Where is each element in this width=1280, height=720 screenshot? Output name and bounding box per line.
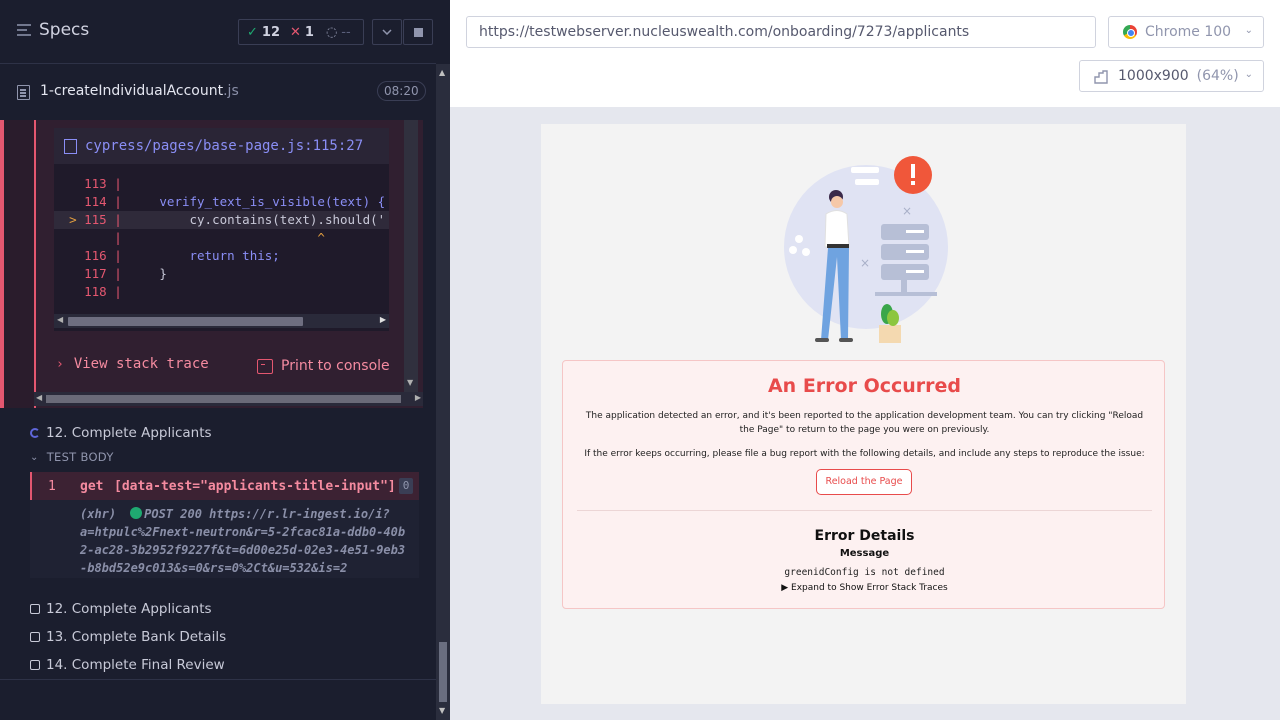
divider <box>0 679 436 680</box>
error-vertical-scrollbar[interactable]: ▼ <box>404 120 418 392</box>
error-details-title: Error Details <box>814 528 915 544</box>
error-horizontal-scrollbar[interactable]: ◀ ▶ <box>34 392 423 406</box>
app-iframe: × × An Error Occurred The application de… <box>541 124 1186 704</box>
stop-icon <box>413 27 423 37</box>
scroll-down-icon[interactable]: ▼ <box>439 706 445 715</box>
url-bar[interactable]: https://testwebserver.nucleuswealth.com/… <box>466 16 1096 48</box>
scroll-left-icon[interactable]: ◀ <box>36 393 42 402</box>
code-line: | ^ <box>114 230 325 245</box>
scroll-right-icon[interactable]: ▶ <box>380 315 386 324</box>
test-running[interactable]: 12. Complete Applicants <box>30 425 212 441</box>
code-frame: cypress/pages/base-page.js:115:27 113 | … <box>54 128 389 331</box>
chevron-down-icon: ⌄ <box>1244 69 1253 80</box>
scroll-right-icon[interactable]: ▶ <box>415 393 421 402</box>
pending-circle-icon: ◌ <box>325 24 338 40</box>
chevron-down-icon <box>382 29 392 35</box>
pending-box-icon <box>30 660 40 670</box>
spec-file-row[interactable]: 1-createIndividualAccount.js <box>0 65 436 119</box>
chevron-down-icon: ⌄ <box>30 451 39 463</box>
spinner-icon <box>30 428 40 438</box>
print-to-console-button[interactable]: Print to console <box>257 358 390 374</box>
reporter-header: Specs ✓ 12 ✕ 1 ◌ -- <box>0 0 436 64</box>
reporter-scrollbar[interactable]: ▲ ▼ <box>436 64 450 720</box>
error-card: An Error Occurred The application detect… <box>562 360 1165 609</box>
command-log: cypress/pages/base-page.js:115:27 113 | … <box>0 120 436 680</box>
error-block: cypress/pages/base-page.js:115:27 113 | … <box>0 120 423 408</box>
reload-page-button[interactable]: Reload the Page <box>816 469 912 495</box>
specs-label: Specs <box>39 20 90 40</box>
svg-text:×: × <box>902 204 912 218</box>
app-under-test-panel: https://testwebserver.nucleuswealth.com/… <box>450 0 1280 720</box>
check-icon: ✓ <box>247 24 258 40</box>
pending-box-icon <box>30 632 40 642</box>
error-instructions: If the error keeps occurring, please fil… <box>584 449 1145 459</box>
test-pending[interactable]: 14. Complete Final Review <box>30 657 225 673</box>
command-row-failed[interactable]: 1 get [data-test="applicants-title-input… <box>30 472 419 500</box>
scroll-left-icon[interactable]: ◀ <box>57 315 63 324</box>
code-horizontal-scrollbar[interactable]: ◀ ▶ <box>54 314 389 328</box>
x-icon: ✕ <box>290 24 301 40</box>
error-illustration: × × <box>784 156 948 343</box>
svg-text:×: × <box>860 256 870 270</box>
error-title: An Error Occurred <box>767 375 962 397</box>
code-line: 114 | verify_text_is_visible(text) { <box>84 194 386 209</box>
code-line: 117 | } <box>84 266 167 281</box>
pending-box-icon <box>30 604 40 614</box>
view-stack-trace-button[interactable]: › View stack trace <box>56 356 209 372</box>
stop-button[interactable] <box>403 19 433 45</box>
message-label: Message <box>839 548 890 559</box>
terminal-icon <box>257 358 273 374</box>
passed-count: 12 <box>261 24 280 40</box>
aut-header: https://testwebserver.nucleuswealth.com/… <box>450 0 1280 107</box>
chevron-down-icon: ⌄ <box>1244 25 1253 36</box>
pending-count: -- <box>341 24 351 40</box>
spec-file-name: 1-createIndividualAccount.js <box>40 83 239 99</box>
xhr-command-row[interactable]: (xhr) POST 200 https://r.lr-ingest.io/i? … <box>30 500 419 578</box>
code-file-path: cypress/pages/base-page.js:115:27 <box>85 138 364 154</box>
document-icon <box>64 138 77 154</box>
expand-options-button[interactable] <box>372 19 402 45</box>
failed-count: 1 <box>304 24 314 40</box>
code-line: 116 | return this; <box>84 248 280 263</box>
browser-selector[interactable]: Chrome 100 ⌄ <box>1108 16 1264 48</box>
scroll-up-icon[interactable]: ▲ <box>439 68 445 77</box>
scroll-down-icon[interactable]: ▼ <box>407 378 413 387</box>
document-icon <box>17 85 30 100</box>
error-details: cypress/pages/base-page.js:115:27 113 | … <box>34 120 423 408</box>
code-line: 113 | <box>84 176 122 191</box>
ruler-icon <box>1094 70 1108 84</box>
code-frame-file-link[interactable]: cypress/pages/base-page.js:115:27 <box>54 128 389 164</box>
test-body-toggle[interactable]: ⌄ TEST BODY <box>30 450 114 464</box>
code-line-highlighted: > 115 | cy.contains(text).should(' <box>54 211 389 229</box>
spec-duration: 08:20 <box>377 81 426 101</box>
test-stats: ✓ 12 ✕ 1 ◌ -- <box>238 19 364 45</box>
command-log-panel: Specs ✓ 12 ✕ 1 ◌ -- 1-createIndividualAc… <box>0 0 450 720</box>
expand-stack-traces-toggle[interactable]: ▶ Expand to Show Error Stack Traces <box>563 583 1166 593</box>
status-dot-icon <box>130 507 143 519</box>
element-count-badge: 0 <box>399 478 413 494</box>
code-line: 118 | <box>84 284 122 299</box>
test-pending[interactable]: 13. Complete Bank Details <box>30 629 226 645</box>
menu-icon <box>17 24 31 36</box>
error-message: greenidConfig is not defined <box>784 567 945 578</box>
specs-button[interactable]: Specs <box>17 20 89 40</box>
test-pending[interactable]: 12. Complete Applicants <box>30 601 212 617</box>
chevron-right-icon: › <box>56 356 64 372</box>
divider <box>577 510 1152 511</box>
error-description: The application detected an error, and i… <box>585 411 1144 435</box>
viewport-info-button[interactable]: 1000x900 (64%) ⌄ <box>1079 60 1264 92</box>
chrome-icon <box>1123 25 1137 39</box>
